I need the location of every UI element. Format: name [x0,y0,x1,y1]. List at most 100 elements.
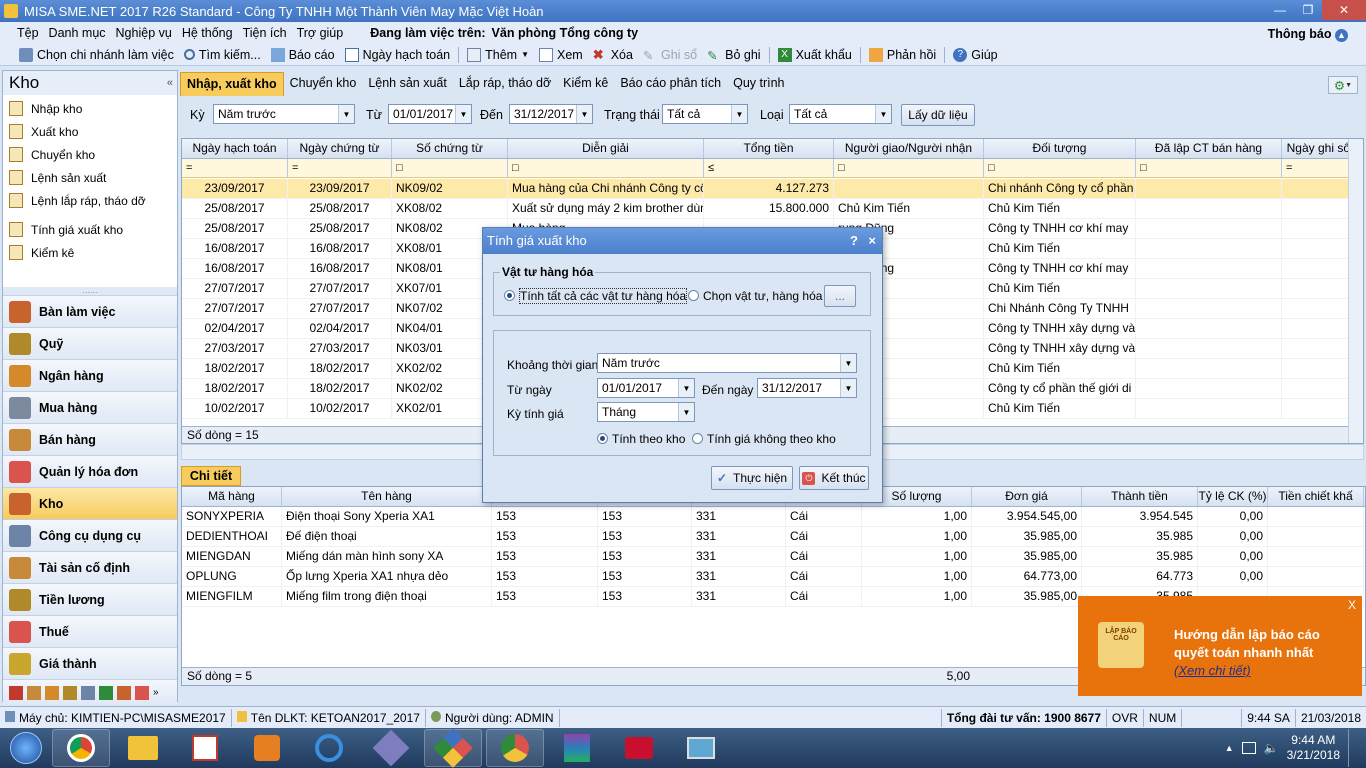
filter-cell[interactable]: □ [508,159,704,177]
filter-cell[interactable]: = [182,159,288,177]
column-header[interactable]: Đã lập CT bán hàng [1136,139,1282,158]
help-button[interactable]: ? Giúp [948,47,1002,62]
filter-cell[interactable]: □ [1136,159,1282,177]
post-button[interactable]: ✎ Ghi sổ [638,48,702,63]
execute-button[interactable]: ✓ Thực hiện [711,466,793,490]
module-mua-hang[interactable]: Mua hàng [3,391,177,423]
branch-button[interactable]: Chọn chi nhánh làm việc [14,47,179,62]
export-button[interactable]: X Xuất khẩu [773,47,857,62]
table-row[interactable]: 25/08/2017 25/08/2017 XK08/02 Xuất sử dụng … [182,199,1363,219]
module-quy[interactable]: Quỹ [3,327,177,359]
type-select[interactable]: Tất cả ▼ [789,104,892,124]
minimize-button[interactable]: — [1266,0,1294,20]
quick-icon[interactable] [81,685,95,700]
column-header[interactable]: Tổng tiền [704,139,834,158]
taskbar-misa-2[interactable] [486,729,544,767]
help-icon[interactable]: ? [850,228,858,254]
sidebar-item-chuyen-kho[interactable]: Chuyển kho [3,143,177,166]
view-button[interactable]: Xem [534,47,588,62]
filter-cell[interactable]: □ [392,159,508,177]
quick-icon[interactable] [9,685,23,700]
taskbar-ie[interactable] [300,729,358,767]
menu-catalog[interactable]: Danh mục [44,26,111,40]
from-date-input[interactable]: 01/01/2017 ▼ [388,104,472,124]
filter-cell[interactable]: □ [984,159,1136,177]
vertical-scrollbar[interactable] [1348,139,1363,443]
option-all-goods[interactable]: Tính tất cả các vật tư hàng hóa [504,288,688,304]
browse-goods-button[interactable]: ... [824,285,856,307]
table-row[interactable]: SONYXPERIA Điện thoại Sony Xperia XA1 153 1… [182,507,1365,527]
column-header[interactable]: Mã hàng [182,487,282,506]
quick-icon[interactable] [135,685,149,700]
sidebar-item-xuat-kho[interactable]: Xuất kho [3,120,177,143]
table-row[interactable]: 23/09/2017 23/09/2017 NK09/02 Mua hàng của … [182,179,1363,199]
dialog-cycle-select[interactable]: Tháng ▼ [597,402,695,422]
sidebar-item-nhap-kho[interactable]: Nhập kho [3,97,177,120]
column-header[interactable]: Diễn giải [508,139,704,158]
taskbar-chrome[interactable] [52,729,110,767]
option-choose-goods[interactable]: Chọn vật tư, hàng hóa [688,289,822,303]
taskbar-media[interactable] [238,729,296,767]
quick-icon[interactable] [117,685,131,700]
table-row[interactable]: OPLUNG Ốp lưng Xperia XA1 nhựa dẻo 153 153 3… [182,567,1365,587]
tab-kiem-ke[interactable]: Kiểm kê [557,72,614,96]
taskbar-photos[interactable] [672,729,730,767]
start-button[interactable] [0,728,52,768]
more-icon[interactable]: » [153,687,159,698]
column-header[interactable]: Đối tượng [984,139,1136,158]
quick-icon[interactable] [45,685,59,700]
close-button[interactable]: ✕ [1322,0,1366,20]
module-kho[interactable]: Kho [3,487,177,519]
finish-button[interactable]: ⏻ Kết thúc [799,466,869,490]
maximize-button[interactable]: ❐ [1294,0,1322,20]
dialog-from-date[interactable]: 01/01/2017 ▼ [597,378,695,398]
search-button[interactable]: Tìm kiếm... [179,48,266,62]
module-ngan-hang[interactable]: Ngân hàng [3,359,177,391]
taskbar-snipping[interactable] [610,729,668,767]
column-header[interactable]: Ngày hạch toán [182,139,288,158]
tab-nhap-xuat-kho[interactable]: Nhập, xuất kho [180,72,284,96]
clock[interactable]: 9:44 AM 3/21/2018 [1287,733,1340,763]
tab-chuyen-kho[interactable]: Chuyển kho [284,72,363,96]
option-by-warehouse[interactable]: Tính theo kho [597,432,685,446]
module-thue[interactable]: Thuế [3,615,177,647]
quick-icon[interactable] [27,685,41,700]
tab-bao-cao[interactable]: Báo cáo phân tích [614,72,727,96]
tab-lap-rap[interactable]: Lắp ráp, tháo dỡ [453,72,557,96]
column-header[interactable]: Tỷ lệ CK (%) [1198,487,1268,506]
table-row[interactable]: MIENGDAN Miếng dán màn hình sony XA 153 153… [182,547,1365,567]
module-tai-san-co-dinh[interactable]: Tài sản cố định [3,551,177,583]
filter-cell[interactable]: = [288,159,392,177]
arrow-up-icon[interactable]: ▲ [1225,743,1234,753]
delete-button[interactable]: ✖ Xóa [588,47,638,62]
dialog-to-date[interactable]: 31/12/2017 ▼ [757,378,857,398]
filter-cell[interactable]: ≤ [704,159,834,177]
taskbar-explorer[interactable] [114,729,172,767]
sidebar-item-lenh-san-xuat[interactable]: Lệnh sản xuất [3,166,177,189]
splitter-grip[interactable]: ...... [3,286,177,295]
collapse-icon[interactable]: « [167,77,173,89]
show-desktop-button[interactable] [1348,729,1360,767]
column-header[interactable]: Người giao/Người nhận [834,139,984,158]
column-header[interactable]: Tiền chiết khấ [1268,487,1364,506]
module-quan-ly-hoa-don[interactable]: Quản lý hóa đơn [3,455,177,487]
taskbar-winrar[interactable] [548,729,606,767]
menu-operations[interactable]: Nghiệp vụ [111,26,177,40]
menu-file[interactable]: Tệp [12,26,44,40]
fetch-data-button[interactable]: Lấy dữ liệu [901,104,975,126]
report-button[interactable]: Báo cáo [266,47,340,62]
sidebar-item-lenh-lap-rap[interactable]: Lệnh lắp ráp, tháo dỡ [3,189,177,212]
column-header[interactable]: Thành tiền [1082,487,1198,506]
module-tien-luong[interactable]: Tiền lương [3,583,177,615]
filter-cell[interactable]: □ [834,159,984,177]
option-not-by-warehouse[interactable]: Tính giá không theo kho [692,432,836,446]
unpost-button[interactable]: ✎ Bỏ ghi [702,48,765,63]
toast-close-button[interactable]: X [1348,598,1356,612]
taskbar-misa[interactable] [424,728,482,768]
close-icon[interactable]: × [868,228,876,254]
settings-button[interactable]: ⚙ ▼ [1328,76,1358,94]
sidebar-item-kiem-ke[interactable]: Kiểm kê [3,241,177,264]
quick-icon[interactable] [99,685,113,700]
tab-chi-tiet[interactable]: Chi tiết [181,466,241,486]
status-select[interactable]: Tất cả ▼ [662,104,748,124]
